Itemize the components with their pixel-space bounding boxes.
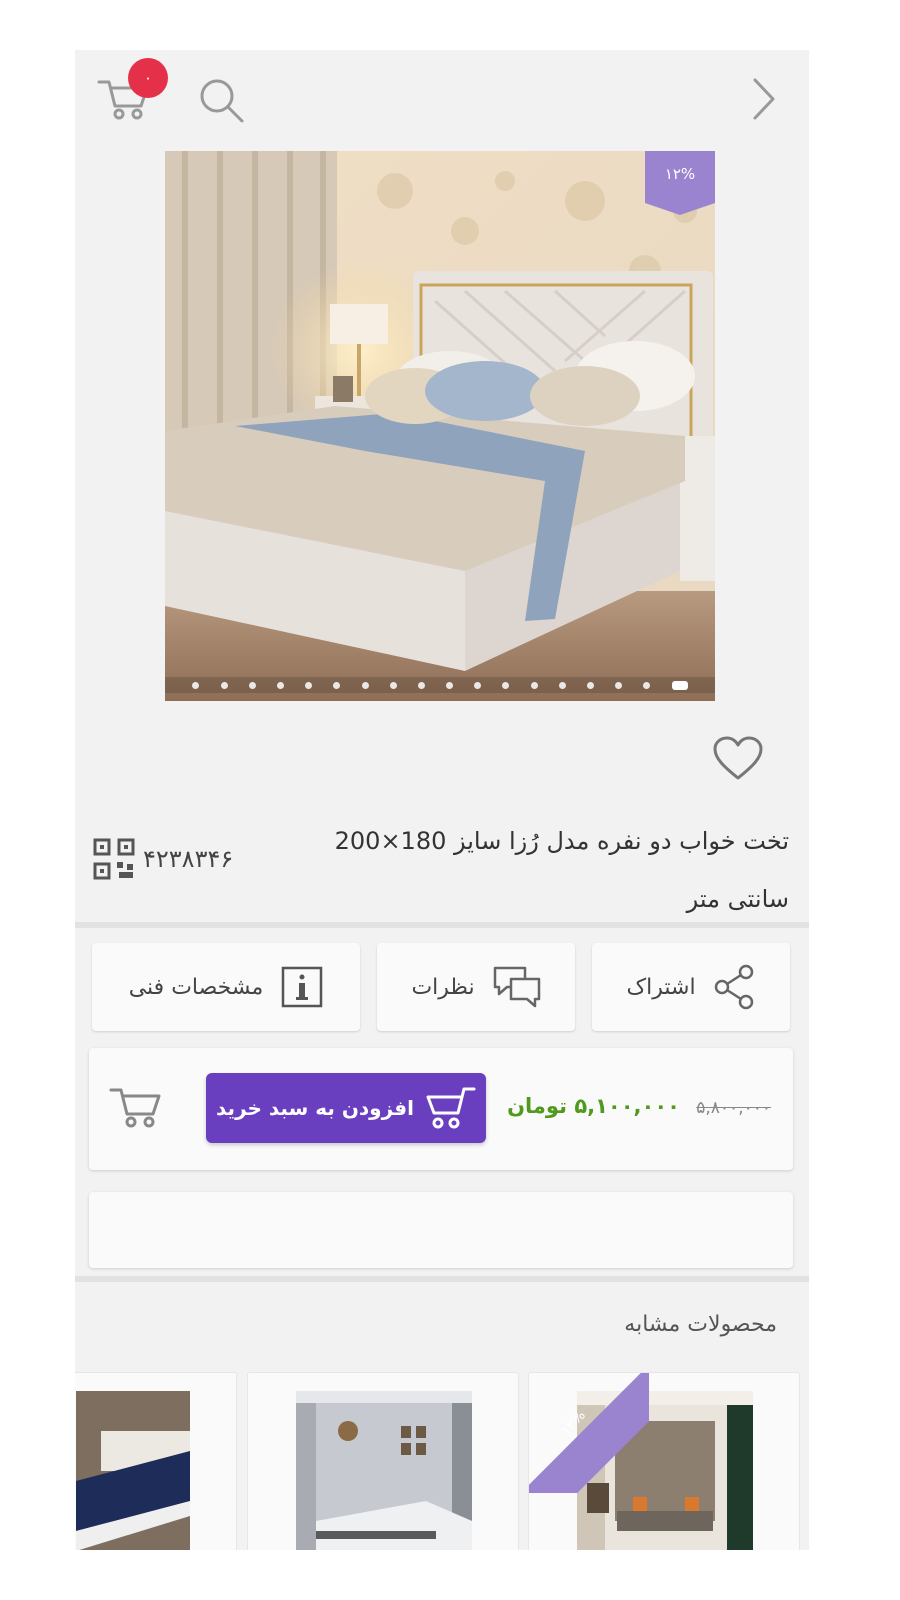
product-title: تخت خواب دو نفره مدل رُزا سایز 180×200 س… (334, 827, 789, 913)
similar-product-card[interactable] (247, 1372, 519, 1550)
cart-count-badge: ۰ (128, 58, 168, 98)
gallery-dot[interactable] (558, 681, 566, 689)
gallery-pagination[interactable] (165, 677, 715, 693)
gallery-dot[interactable] (333, 681, 341, 689)
section-divider (75, 1276, 809, 1282)
similar-product-image (296, 1391, 472, 1550)
gallery-dot[interactable] (248, 681, 256, 689)
similar-product-image (76, 1391, 190, 1550)
product-image-gallery[interactable]: ۱۲% (165, 151, 715, 701)
qr-code-icon (93, 838, 135, 880)
tab-specs-label: مشخصات فنی (128, 974, 264, 1000)
add-to-cart-button[interactable]: افزودن به سبد خرید (206, 1073, 486, 1143)
tab-share-label: اشتراک (626, 974, 696, 1000)
discount-ribbon-shape (645, 151, 715, 215)
gallery-dot[interactable] (587, 681, 595, 689)
cart-shortcut[interactable] (109, 1080, 165, 1136)
similar-product-card[interactable] (75, 1372, 237, 1550)
discount-badge: ۱۲% (645, 151, 715, 215)
discount-text: ۱۲% (664, 165, 696, 183)
favorite-button[interactable] (713, 736, 763, 782)
gallery-dot[interactable] (417, 681, 425, 689)
gallery-dot[interactable] (305, 681, 313, 689)
gallery-dot[interactable] (671, 680, 688, 690)
gallery-dot[interactable] (446, 681, 454, 689)
search-icon (200, 79, 244, 123)
similar-product-card[interactable]: ۱۲% (528, 1372, 800, 1550)
gallery-dot[interactable] (192, 681, 200, 689)
gallery-dot[interactable] (474, 681, 482, 689)
section-divider (75, 922, 809, 928)
add-to-cart-label: افزودن به سبد خرید (216, 1096, 414, 1120)
tab-reviews[interactable]: نظرات (377, 943, 575, 1031)
share-icon (714, 964, 753, 1010)
tab-share[interactable]: اشتراک (592, 943, 790, 1031)
product-screen: ۰ ۱۲% تخت خواب دو نفره مدل رُزا سایز 180… (75, 50, 809, 1550)
cart-icon (426, 1087, 476, 1129)
gallery-dot[interactable] (643, 681, 651, 689)
gallery-dot[interactable] (220, 681, 228, 689)
chevron-right-icon (753, 78, 775, 120)
cart-icon (109, 1088, 161, 1128)
chat-bubbles-icon (493, 966, 540, 1008)
tab-specs[interactable]: مشخصات فنی (92, 943, 360, 1031)
back-button[interactable] (747, 76, 783, 122)
bed-product-image (165, 151, 715, 701)
discount-ribbon: ۱۲% (529, 1373, 649, 1493)
gallery-dot[interactable] (530, 681, 538, 689)
new-price: ۵,۱۰۰,۰۰۰ تومان (507, 1094, 680, 1118)
purchase-bar: ۵,۸۰۰,۰۰۰ ۵,۱۰۰,۰۰۰ تومان افزودن به سبد … (89, 1048, 793, 1170)
product-code[interactable]: ۴۲۳۸۳۴۶ (93, 838, 233, 880)
gallery-dot[interactable] (389, 681, 397, 689)
info-icon (282, 966, 323, 1008)
gallery-dot[interactable] (276, 681, 284, 689)
similar-products-title: محصولات مشابه (624, 1312, 777, 1337)
gallery-dot[interactable] (361, 681, 369, 689)
gallery-dot[interactable] (615, 681, 623, 689)
heart-icon (713, 736, 763, 780)
bedroom-image (296, 1391, 472, 1550)
empty-panel (89, 1192, 793, 1268)
old-price: ۵,۸۰۰,۰۰۰ (696, 1098, 771, 1118)
product-code-number: ۴۲۳۸۳۴۶ (143, 845, 234, 873)
bed-image (76, 1391, 190, 1550)
tab-reviews-label: نظرات (411, 974, 475, 1000)
gallery-dot[interactable] (502, 681, 510, 689)
search-button[interactable] (197, 76, 247, 126)
